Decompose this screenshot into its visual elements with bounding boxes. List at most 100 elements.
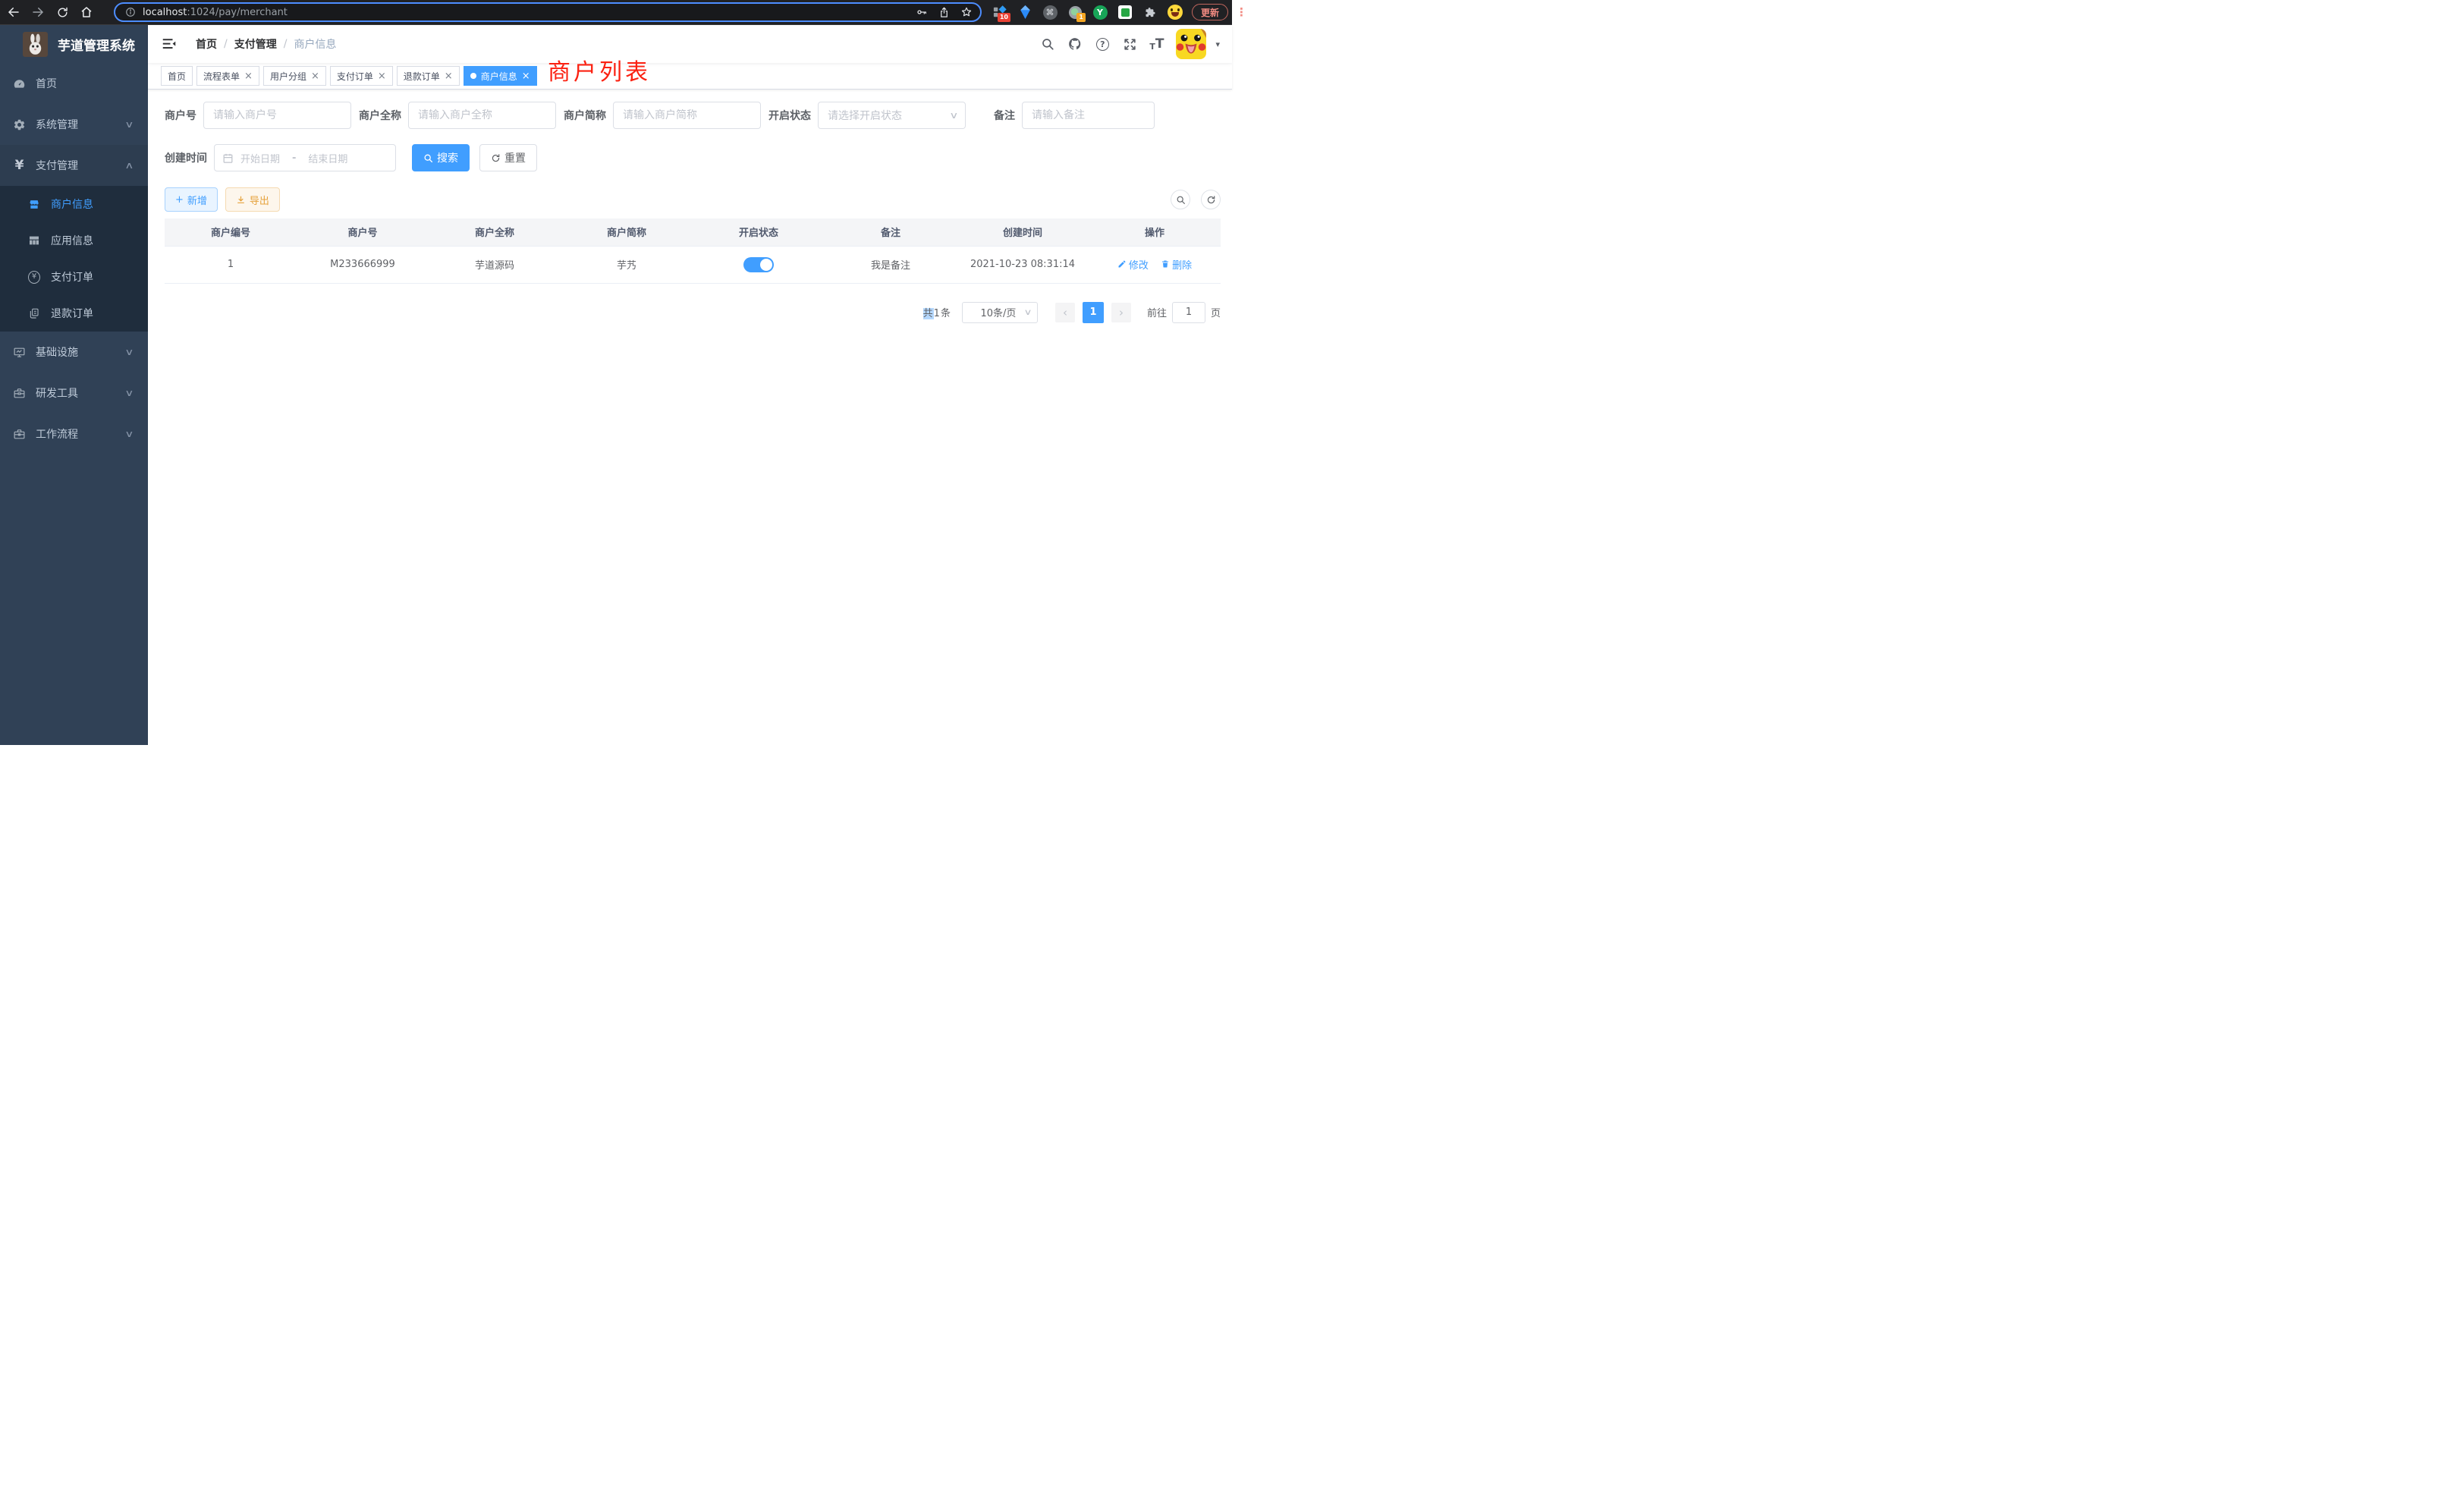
user-avatar[interactable] (1176, 29, 1206, 59)
date-end-placeholder: 结束日期 (308, 151, 347, 165)
annotation-title: 商户列表 (548, 53, 651, 86)
delete-link-label: 删除 (1172, 257, 1192, 272)
status-select[interactable]: 请选择开启状态 ∨ (818, 102, 966, 129)
extensions-puzzle-icon[interactable] (1142, 5, 1158, 20)
cell-actions: 修改 删除 (1089, 246, 1221, 283)
url-host: localhost (143, 7, 187, 18)
close-icon[interactable]: × (378, 71, 386, 81)
search-button[interactable]: 搜索 (412, 144, 470, 171)
add-button[interactable]: + 新增 (165, 187, 218, 212)
filter-create-time: 创建时间 开始日期 - 结束日期 (165, 144, 396, 171)
breadcrumb-section[interactable]: 支付管理 (234, 36, 277, 52)
browser-forward-icon[interactable] (30, 5, 46, 20)
sidebar-item-refund-order[interactable]: 退款订单 (0, 295, 148, 332)
tab-user-group[interactable]: 用户分组 × (263, 66, 326, 86)
tab-refund-order[interactable]: 退款订单× (397, 66, 460, 86)
tab-pay-order[interactable]: 支付订单× (330, 66, 393, 86)
filter-label: 商户全称 (359, 108, 401, 123)
fullscreen-icon[interactable] (1122, 36, 1137, 52)
extension-recorder-icon[interactable]: 1 (1067, 5, 1083, 20)
column-header: 备注 (825, 218, 957, 246)
url-bar[interactable]: localhost:1024/pay/merchant (114, 2, 982, 22)
remark-input[interactable] (1022, 102, 1155, 129)
github-icon[interactable] (1067, 36, 1083, 52)
extension-emoji-icon[interactable] (1168, 5, 1183, 20)
help-icon[interactable]: ? (1095, 36, 1110, 52)
export-button-label: 导出 (250, 193, 269, 207)
tab-home[interactable]: 首页 (161, 66, 193, 86)
browser-reload-icon[interactable] (55, 5, 70, 20)
close-icon[interactable]: × (244, 71, 253, 81)
sidebar: 芋道管理系统 首页 系统管理 ∨ ¥ 支付管理 ∧ (0, 25, 148, 745)
hamburger-icon[interactable] (162, 38, 176, 50)
browser-menu-icon[interactable]: ⋮ (1236, 5, 1247, 19)
sidebar-item-pay-order[interactable]: ¥ 支付订单 (0, 259, 148, 295)
close-icon[interactable]: × (445, 71, 453, 81)
header-search-icon[interactable] (1040, 36, 1055, 52)
merchant-table: 商户编号 商户号 商户全称 商户简称 开启状态 备注 创建时间 操作 1 M23… (165, 218, 1221, 284)
page-number-button[interactable]: 1 (1083, 302, 1104, 323)
browser-home-icon[interactable] (79, 5, 94, 20)
pagination: 共1条 10条/页 ∨ ‹ 1 › 前往 页 (165, 302, 1221, 323)
tab-label: 用户分组 (270, 70, 306, 83)
filter-row-1: 商户号 商户全称 商户简称 开启状态 请选择开启状态 ∨ (165, 102, 1221, 129)
refresh-table-icon[interactable] (1201, 190, 1221, 209)
caret-down-icon[interactable]: ▾ (1215, 39, 1220, 49)
merchant-no-input[interactable] (203, 102, 351, 129)
bookmark-star-icon[interactable] (960, 6, 973, 18)
sidebar-item-system[interactable]: 系统管理 ∨ (0, 104, 148, 145)
sidebar-item-home[interactable]: 首页 (0, 63, 148, 104)
breadcrumb-home[interactable]: 首页 (196, 36, 217, 52)
edit-link[interactable]: 修改 (1117, 257, 1149, 272)
chevron-down-icon: ∨ (1023, 307, 1032, 317)
password-key-icon[interactable] (916, 6, 928, 18)
show-search-toggle-icon[interactable] (1171, 190, 1190, 209)
filter-merchant-no: 商户号 (165, 102, 351, 129)
browser-update-button[interactable]: 更新 (1192, 4, 1228, 20)
page-size-select[interactable]: 10条/页 ∨ (962, 302, 1038, 323)
sidebar-item-label: 首页 (36, 76, 57, 91)
table-grid-icon (28, 234, 40, 247)
sidebar-item-workflow[interactable]: 工作流程 ∨ (0, 413, 148, 454)
app-title: 芋道管理系统 (58, 35, 135, 54)
status-toggle[interactable] (743, 257, 774, 272)
reset-button[interactable]: 重置 (479, 144, 537, 171)
delete-link[interactable]: 删除 (1161, 257, 1192, 272)
share-icon[interactable] (938, 7, 950, 18)
tab-merchant-info[interactable]: 商户信息 × (464, 66, 537, 86)
short-name-input[interactable] (613, 102, 761, 129)
sidebar-logo-row[interactable]: 芋道管理系统 (0, 25, 148, 63)
sidebar-item-app-info[interactable]: 应用信息 (0, 222, 148, 259)
sidebar-item-dev-tools[interactable]: 研发工具 ∨ (0, 372, 148, 413)
next-page-button[interactable]: › (1111, 303, 1131, 322)
extension-command-icon[interactable]: ⌘ (1042, 5, 1058, 20)
tab-label: 商户信息 (481, 70, 517, 83)
sidebar-item-infrastructure[interactable]: 基础设施 ∨ (0, 332, 148, 372)
select-placeholder: 请选择开启状态 (828, 108, 951, 123)
site-info-icon[interactable] (123, 5, 138, 20)
close-icon[interactable]: × (311, 71, 319, 81)
goto-page-input[interactable] (1172, 302, 1205, 323)
tab-label: 首页 (168, 70, 186, 83)
sidebar-item-payment[interactable]: ¥ 支付管理 ∧ (0, 145, 148, 186)
shop-icon (28, 198, 40, 210)
browser-back-icon[interactable] (6, 5, 21, 20)
payment-submenu: 商户信息 应用信息 ¥ 支付订单 (0, 186, 148, 332)
font-size-icon[interactable]: TT (1149, 36, 1164, 52)
browser-extensions: 10 ⌘ 1 Y (992, 5, 1183, 20)
prev-page-button[interactable]: ‹ (1055, 303, 1075, 322)
tab-process-form[interactable]: 流程表单 × (196, 66, 259, 86)
tab-label: 流程表单 (203, 70, 240, 83)
extension-gem-icon[interactable] (1017, 5, 1032, 20)
extension-blocks-icon[interactable]: 10 (992, 5, 1007, 20)
sidebar-item-label: 研发工具 (36, 385, 78, 401)
date-range-picker[interactable]: 开始日期 - 结束日期 (214, 144, 396, 171)
full-name-input[interactable] (408, 102, 556, 129)
sidebar-item-merchant-info[interactable]: 商户信息 (0, 186, 148, 222)
export-button[interactable]: 导出 (225, 187, 280, 212)
extension-chat-icon[interactable] (1117, 5, 1133, 20)
extension-y-icon[interactable]: Y (1092, 5, 1108, 20)
table-row: 1 M233666999 芋道源码 芋艿 我是备注 2021-10-23 08:… (165, 246, 1221, 283)
close-icon[interactable]: × (522, 71, 530, 81)
sidebar-item-label: 工作流程 (36, 426, 78, 442)
